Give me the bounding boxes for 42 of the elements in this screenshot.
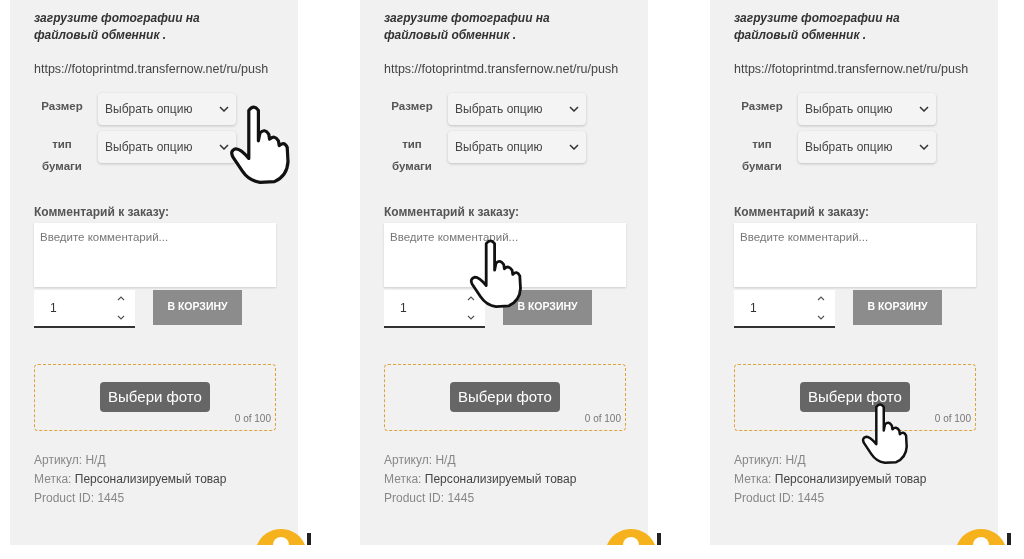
choose-photo-button[interactable]: Выбери фото [100, 381, 210, 412]
upload-link[interactable]: https://fotoprintmd.transfernow.net/ru/push [384, 60, 624, 79]
comment-field[interactable]: Введите комментарий... [384, 222, 626, 287]
upload-instructions: загрузите фотографии на файловый обменник . [734, 10, 901, 44]
product-meta: Product ID: 1445 [384, 489, 476, 507]
option-label: Размер [40, 98, 84, 114]
option-select[interactable]: Выбрать опцию [448, 130, 586, 163]
quantity-field[interactable]: 1 [34, 289, 135, 328]
product-meta: Метка: Персонализируемый товар [34, 470, 228, 488]
option-select[interactable]: Выбрать опцию [98, 92, 236, 125]
product-meta: Метка: Персонализируемый товар [384, 470, 578, 488]
quantity-field[interactable]: 1 [734, 289, 835, 328]
upload-instructions: загрузите фотографии на файловый обменник . [34, 10, 201, 44]
choose-photo-button[interactable]: Выбери фото [450, 381, 560, 412]
upload-counter: 0 of 100 [234, 411, 271, 426]
option-select[interactable]: Выбрать опцию [98, 130, 236, 163]
option-label: Размер [390, 98, 434, 114]
option-select[interactable]: Выбрать опцию [798, 92, 936, 125]
quantity-field[interactable]: 1 [384, 289, 485, 328]
choose-photo-button[interactable]: Выбери фото [800, 381, 910, 412]
option-label: тип бумаги [741, 136, 783, 174]
comment-field[interactable]: Введите комментарий... [734, 222, 976, 287]
upload-link[interactable]: https://fotoprintmd.transfernow.net/ru/push [34, 60, 274, 79]
option-label: Размер [740, 98, 784, 114]
option-select[interactable]: Выбрать опцию [448, 92, 586, 125]
upload-instructions: загрузите фотографии на файловый обменник . [384, 10, 551, 44]
product-meta: Артикул: Н/Д [34, 451, 107, 469]
upload-link[interactable]: https://fotoprintmd.transfernow.net/ru/push [734, 60, 974, 79]
product-meta: Артикул: Н/Д [734, 451, 807, 469]
upload-counter: 0 of 100 [584, 411, 621, 426]
product-meta: Метка: Персонализируемый товар [734, 470, 928, 488]
option-label: тип бумаги [41, 136, 83, 174]
comment-label: Комментарий к заказу: [384, 203, 520, 221]
product-meta: Product ID: 1445 [734, 489, 826, 507]
option-select[interactable]: Выбрать опцию [798, 130, 936, 163]
product-meta: Артикул: Н/Д [384, 451, 457, 469]
comment-label: Комментарий к заказу: [34, 203, 170, 221]
product-meta: Product ID: 1445 [34, 489, 126, 507]
comment-field[interactable]: Введите комментарий... [34, 222, 276, 287]
option-label: тип бумаги [391, 136, 433, 174]
upload-counter: 0 of 100 [934, 411, 971, 426]
comment-label: Комментарий к заказу: [734, 203, 870, 221]
